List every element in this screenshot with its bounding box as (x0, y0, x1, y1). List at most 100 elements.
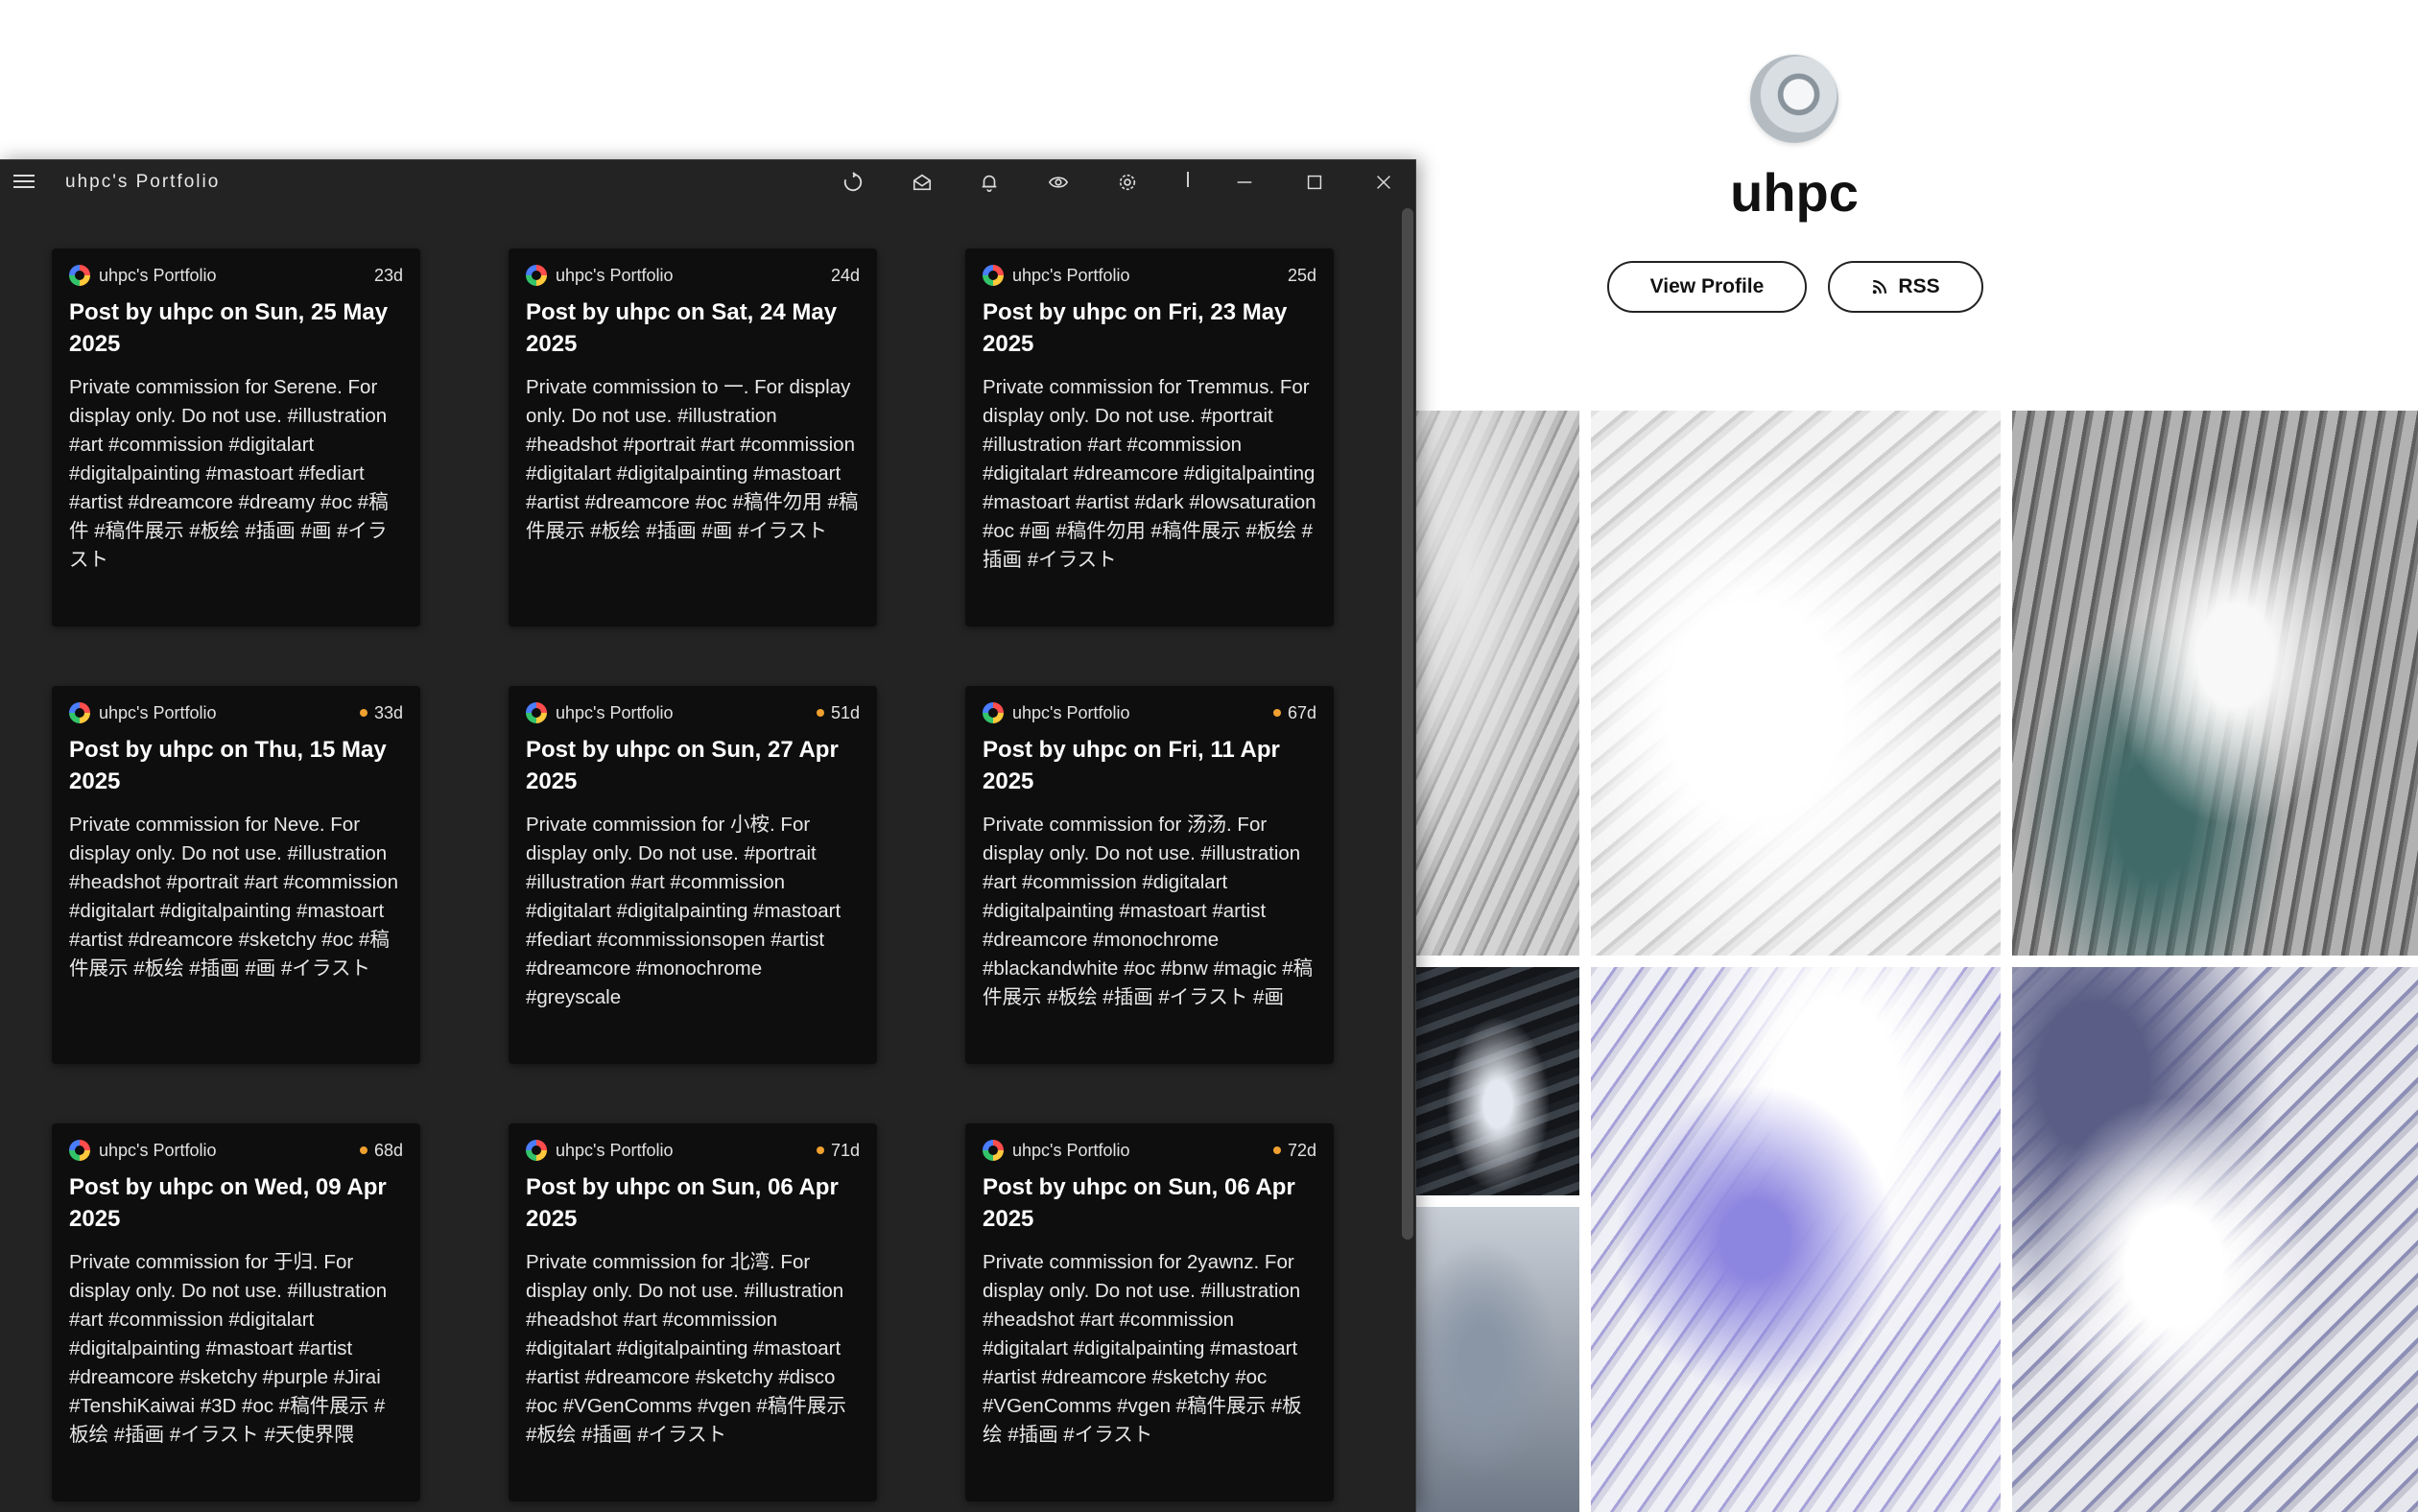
artwork-thumbnail[interactable] (1591, 411, 2001, 956)
scrollbar-thumb[interactable] (1402, 208, 1413, 1240)
artwork-thumbnail[interactable] (1416, 1207, 1579, 1512)
view-profile-button[interactable]: View Profile (1607, 261, 1807, 313)
artwork-thumbnail[interactable] (1416, 967, 1579, 1195)
source-name: uhpc's Portfolio (99, 702, 217, 722)
post-title: Post by uhpc on Wed, 09 Apr 2025 (69, 1174, 387, 1232)
post-age: 67d (1272, 702, 1316, 723)
title-bar[interactable]: uhpc's Portfolio (0, 160, 1415, 202)
age-text: 33d (373, 702, 403, 722)
age-text: 23d (373, 265, 403, 285)
unread-dot (816, 1146, 824, 1154)
refresh-button[interactable] (839, 168, 867, 197)
post-age: 72d (1272, 1141, 1316, 1161)
unread-dot (816, 709, 824, 717)
age-text: 51d (830, 702, 860, 722)
post-body: Private commission for Neve. For display… (69, 814, 398, 980)
feed-card[interactable]: uhpc's Portfolio 33d Post by uhpc on Thu,… (52, 686, 420, 1064)
source-name: uhpc's Portfolio (556, 265, 674, 285)
post-age: 24d (831, 266, 860, 286)
settings-button[interactable] (1113, 168, 1142, 197)
feed-card[interactable]: uhpc's Portfolio 71d Post by uhpc on Sun,… (509, 1123, 877, 1501)
source-name: uhpc's Portfolio (556, 1140, 674, 1160)
source-name: uhpc's Portfolio (1012, 265, 1130, 285)
post-title: Post by uhpc on Sun, 25 May 2025 (69, 299, 389, 357)
artwork-thumbnail[interactable] (2012, 967, 2418, 1512)
source-name: uhpc's Portfolio (99, 1140, 217, 1160)
notifications-button[interactable] (975, 168, 1004, 197)
mail-open-icon (913, 174, 932, 191)
source-icon (69, 265, 90, 286)
unread-dot (1272, 709, 1281, 717)
source-name: uhpc's Portfolio (1012, 702, 1130, 722)
avatar[interactable] (1750, 55, 1838, 143)
post-age: 51d (816, 702, 860, 723)
post-age: 71d (816, 1141, 860, 1161)
minimize-button[interactable] (1230, 168, 1259, 197)
age-text: 68d (373, 1140, 403, 1160)
titlebar-divider (1187, 172, 1189, 187)
close-button[interactable] (1369, 168, 1398, 197)
source-icon (983, 1140, 1004, 1161)
hamburger-menu-icon[interactable] (13, 174, 35, 189)
unread-dot (1272, 1146, 1281, 1154)
artwork-thumbnail[interactable] (1591, 967, 2001, 1512)
source-icon (526, 1140, 547, 1161)
post-age: 25d (1288, 266, 1316, 286)
post-body: Private commission for 小桉. For display o… (526, 814, 842, 1008)
artwork-thumbnail[interactable] (2012, 411, 2418, 956)
post-title: Post by uhpc on Thu, 15 May 2025 (69, 737, 387, 794)
rss-label: RSS (1898, 275, 1940, 297)
post-body: Private commission for 汤汤. For display o… (983, 814, 1314, 1008)
post-title: Post by uhpc on Sun, 27 Apr 2025 (526, 737, 839, 794)
eye-icon (1048, 177, 1069, 188)
gear-icon (1119, 174, 1136, 191)
app-window: uhpc's Portfolio uhpc's Portfolio 23d Po… (0, 159, 1416, 1512)
post-title: Post by uhpc on Sat, 24 May 2025 (526, 299, 838, 357)
rss-icon (1873, 279, 1887, 295)
post-age: 33d (359, 702, 403, 723)
post-body: Private commission for Serene. For displ… (69, 376, 389, 571)
post-title: Post by uhpc on Fri, 11 Apr 2025 (983, 737, 1280, 794)
post-age: 23d (374, 266, 403, 286)
bell-icon (982, 175, 997, 192)
post-body: Private commission to 一. For display onl… (526, 376, 859, 542)
source-icon (526, 702, 547, 723)
source-name: uhpc's Portfolio (556, 702, 674, 722)
artwork-thumbnail[interactable] (1416, 411, 1579, 956)
feed-card[interactable]: uhpc's Portfolio 23d Post by uhpc on Sun,… (52, 248, 420, 626)
rss-button[interactable]: RSS (1828, 261, 1983, 313)
feed-card[interactable]: uhpc's Portfolio 51d Post by uhpc on Sun,… (509, 686, 877, 1064)
feed-card[interactable]: uhpc's Portfolio 67d Post by uhpc on Fri,… (965, 686, 1334, 1064)
feed-card[interactable]: uhpc's Portfolio 68d Post by uhpc on Wed,… (52, 1123, 420, 1501)
post-body: Private commission for 2yawnz. For displ… (983, 1251, 1302, 1446)
source-icon (69, 1140, 90, 1161)
source-icon (983, 702, 1004, 723)
feed-card[interactable]: uhpc's Portfolio 25d Post by uhpc on Fri,… (965, 248, 1334, 626)
unread-dot (359, 1146, 367, 1154)
age-text: 25d (1287, 265, 1316, 285)
source-icon (69, 702, 90, 723)
source-name: uhpc's Portfolio (1012, 1140, 1130, 1160)
post-title: Post by uhpc on Sun, 06 Apr 2025 (983, 1174, 1295, 1232)
refresh-icon (843, 172, 863, 192)
source-name: uhpc's Portfolio (99, 265, 217, 285)
unread-dot (359, 709, 367, 717)
mark-all-read-button[interactable] (908, 168, 936, 197)
post-age: 68d (359, 1140, 403, 1161)
age-text: 24d (830, 265, 860, 285)
post-body: Private commission for 北湾. For display o… (526, 1251, 846, 1446)
view-button[interactable] (1044, 168, 1073, 197)
profile-name: uhpc (1730, 162, 1859, 223)
close-icon (1377, 176, 1390, 189)
feed-card[interactable]: uhpc's Portfolio 24d Post by uhpc on Sat,… (509, 248, 877, 626)
post-title: Post by uhpc on Sun, 06 Apr 2025 (526, 1174, 839, 1232)
post-title: Post by uhpc on Fri, 23 May 2025 (983, 299, 1288, 357)
feed-card[interactable]: uhpc's Portfolio 72d Post by uhpc on Sun,… (965, 1123, 1334, 1501)
post-body: Private commission for Tremmus. For disp… (983, 376, 1316, 571)
view-profile-label: View Profile (1649, 275, 1765, 297)
maximize-button[interactable] (1300, 168, 1329, 197)
minimize-icon (1237, 181, 1252, 183)
source-icon (983, 265, 1004, 286)
age-text: 67d (1287, 702, 1316, 722)
source-icon (526, 265, 547, 286)
